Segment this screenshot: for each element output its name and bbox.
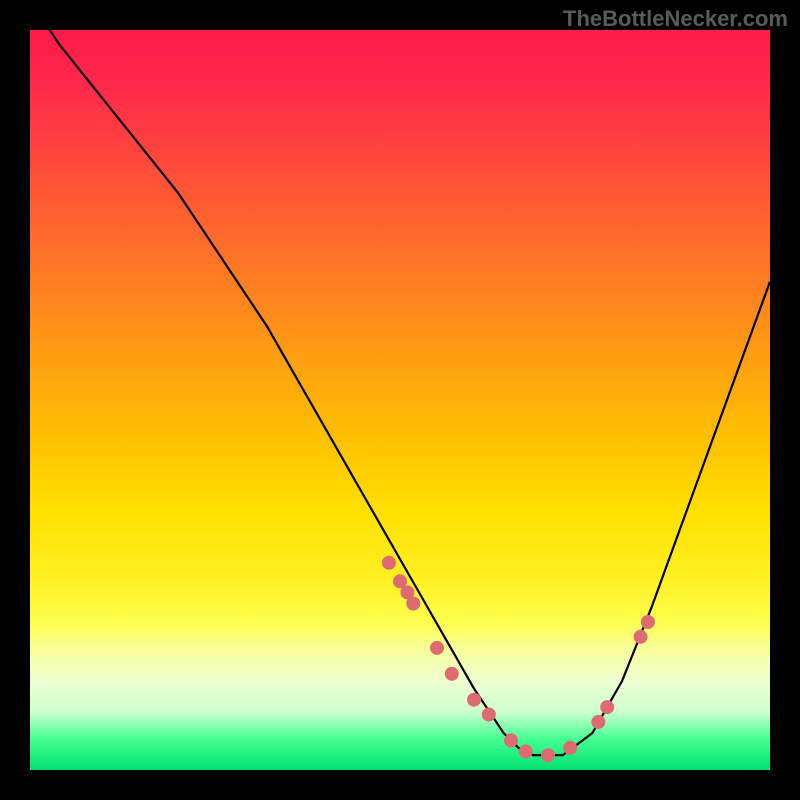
data-point — [563, 741, 577, 755]
data-point — [430, 641, 444, 655]
data-point — [641, 615, 655, 629]
bottleneck-curve — [30, 30, 770, 755]
data-point — [504, 733, 518, 747]
chart-plot-area — [30, 30, 770, 770]
data-point — [482, 708, 496, 722]
chart-overlay — [30, 30, 770, 770]
data-point — [445, 667, 459, 681]
data-point — [406, 597, 420, 611]
data-point — [591, 715, 605, 729]
data-point — [467, 693, 481, 707]
data-point — [634, 630, 648, 644]
data-points-group — [382, 556, 655, 762]
data-point — [519, 745, 533, 759]
data-point — [541, 748, 555, 762]
data-point — [382, 556, 396, 570]
data-point — [600, 700, 614, 714]
watermark: TheBottleNecker.com — [563, 6, 788, 32]
